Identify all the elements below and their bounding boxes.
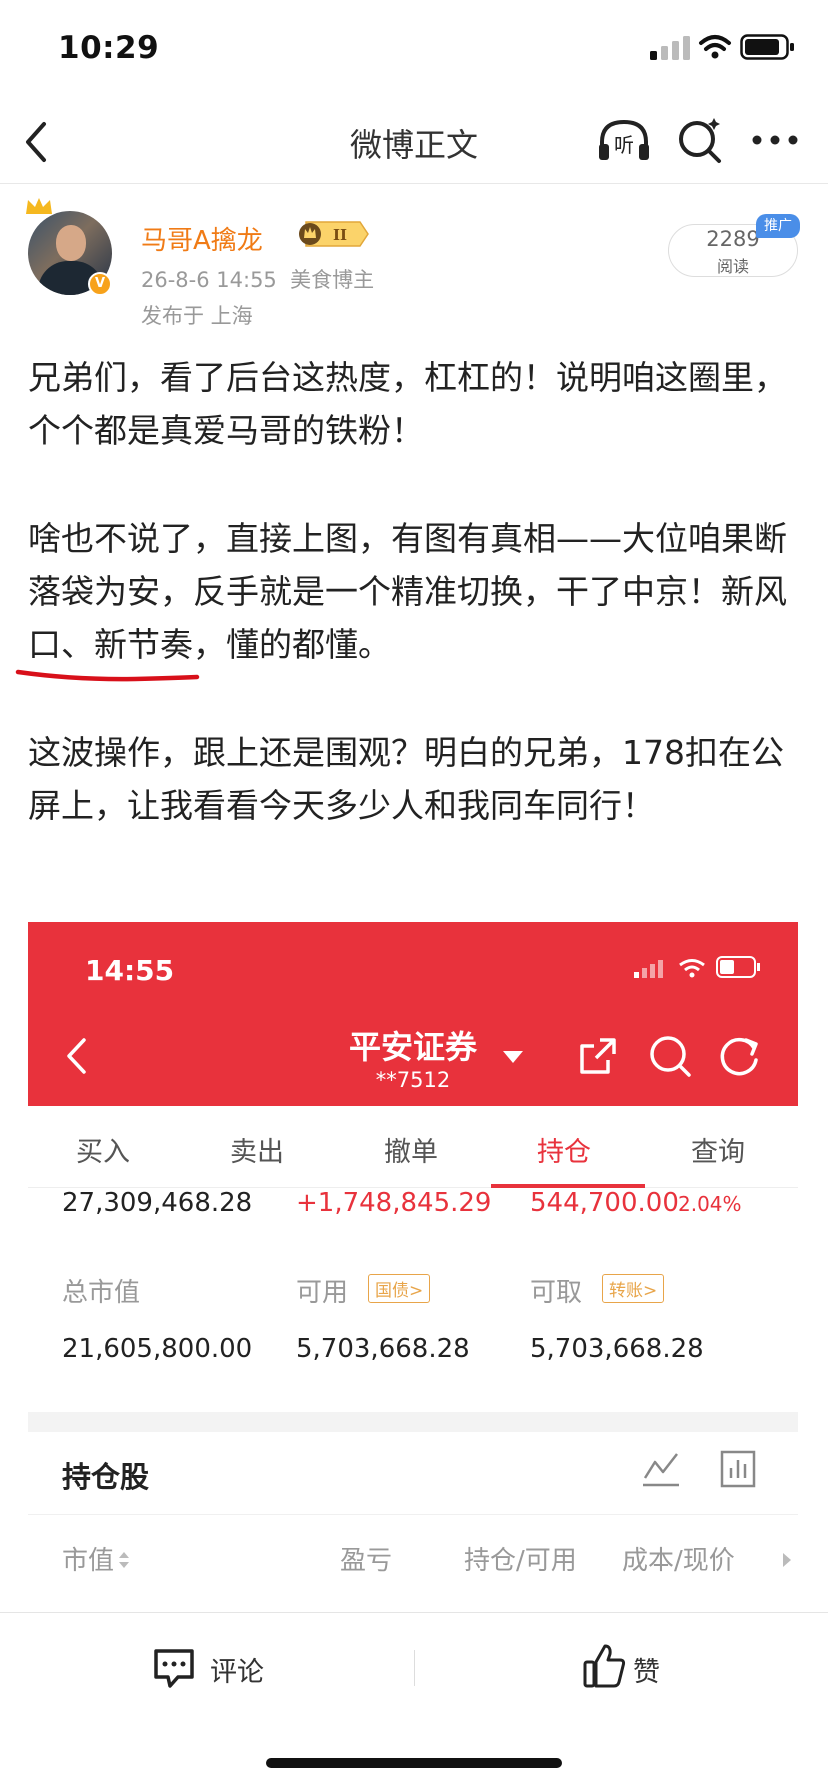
search-icon[interactable] xyxy=(676,116,724,164)
embed-tab-buy[interactable]: 买入 xyxy=(76,1130,130,1169)
bottom-bar-separator xyxy=(414,1650,415,1686)
embed-transfer-tag[interactable]: 转账> xyxy=(602,1274,665,1303)
like-button-label[interactable]: 赞 xyxy=(633,1650,660,1689)
avatar-face xyxy=(56,225,86,261)
status-time: 10:29 xyxy=(58,30,160,66)
post-paragraph: 啥也不说了，直接上图，有图有真相——大位咱果断落袋为安，反手就是一个精准切换，干… xyxy=(28,519,787,664)
embed-section-gap xyxy=(28,1412,798,1432)
embed-daily-pl: 544,700.00 xyxy=(530,1188,679,1218)
comment-icon[interactable] xyxy=(152,1646,196,1690)
embed-signal-icon xyxy=(634,960,663,978)
embed-tab-cancel[interactable]: 撤单 xyxy=(384,1130,438,1169)
post-location: 发布于 上海 xyxy=(141,304,253,328)
embed-profit-loss: +1,748,845.29 xyxy=(296,1188,492,1218)
wifi-icon xyxy=(699,35,731,59)
embed-search-icon[interactable] xyxy=(648,1034,692,1078)
embed-label-market-value: 总市值 xyxy=(62,1278,141,1308)
embed-daily-pl-pct: 2.04% xyxy=(678,1192,742,1216)
comment-button-label[interactable]: 评论 xyxy=(210,1650,264,1689)
battery-icon xyxy=(740,34,794,60)
embed-available-value: 5,703,668.28 xyxy=(296,1334,470,1364)
embed-battery-icon xyxy=(716,956,760,978)
vip-level-text: II xyxy=(333,226,347,244)
red-underline-annotation xyxy=(15,669,200,682)
embed-refresh-icon[interactable] xyxy=(718,1034,762,1078)
embed-divider xyxy=(28,1514,798,1515)
embed-col-cost-price: 成本/现价 xyxy=(622,1546,735,1576)
embed-col-profit: 盈亏 xyxy=(340,1546,393,1576)
embed-sort-icon[interactable] xyxy=(118,1550,130,1570)
home-indicator xyxy=(266,1758,562,1768)
post-paragraph: 兄弟们，看了后台这热度，杠杠的！说明咱这圈里，个个都是真爱马哥的铁粉！ xyxy=(28,358,787,450)
vip-level-badge: II xyxy=(299,221,369,247)
embed-tab-holdings[interactable]: 持仓 xyxy=(537,1130,591,1169)
post-paragraph: 这波操作，跟上还是围观？明白的兄弟，178扣在公屏上，让我看看今天多少人和我同车… xyxy=(28,733,784,825)
embed-bond-tag[interactable]: 国债> xyxy=(368,1274,431,1303)
verified-badge-icon: V xyxy=(88,272,112,296)
embed-tab-sell[interactable]: 卖出 xyxy=(230,1130,284,1169)
post-meta: 26-8-6 14:55 美食博主 xyxy=(141,268,375,292)
crown-icon xyxy=(26,198,52,214)
more-icon[interactable] xyxy=(752,134,798,146)
embed-col-position: 持仓/可用 xyxy=(464,1546,577,1576)
cellular-signal-icon xyxy=(650,36,690,60)
listen-icon[interactable]: 听 xyxy=(596,116,652,164)
promo-tag: 推广 xyxy=(756,214,800,238)
embed-total-assets: 27,309,468.28 xyxy=(62,1188,253,1218)
svg-text:听: 听 xyxy=(614,133,634,157)
embed-market-value: 21,605,800.00 xyxy=(62,1334,253,1364)
embed-label-withdrawable: 可取 xyxy=(530,1278,583,1308)
read-label: 阅读 xyxy=(716,257,749,276)
embed-line-chart-icon[interactable] xyxy=(642,1450,680,1488)
embed-wifi-icon xyxy=(679,959,705,978)
embed-share-icon[interactable] xyxy=(578,1036,618,1076)
embedded-screenshot[interactable]: 14:55 平安证券 **7512 买入 卖出 撤单 持仓 查询 27,309,… xyxy=(28,922,798,1610)
embed-status-time: 14:55 xyxy=(85,954,175,987)
embed-tab-query[interactable]: 查询 xyxy=(691,1130,745,1169)
embed-tab-bar: 买入 卖出 撤单 持仓 查询 xyxy=(28,1106,798,1188)
embed-bar-chart-icon[interactable] xyxy=(720,1450,756,1488)
embed-withdrawable-value: 5,703,668.28 xyxy=(530,1334,704,1364)
embed-col-market-value[interactable]: 市值 xyxy=(62,1540,114,1577)
embed-label-available: 可用 xyxy=(296,1278,349,1308)
embed-chevron-right-icon[interactable] xyxy=(782,1552,792,1568)
nav-divider xyxy=(0,183,828,184)
username[interactable]: 马哥A擒龙 xyxy=(141,220,263,257)
bottom-bar-divider xyxy=(0,1612,828,1613)
embed-dropdown-icon[interactable] xyxy=(502,1050,524,1064)
like-icon[interactable] xyxy=(582,1642,626,1690)
embed-holdings-title: 持仓股 xyxy=(62,1460,150,1494)
